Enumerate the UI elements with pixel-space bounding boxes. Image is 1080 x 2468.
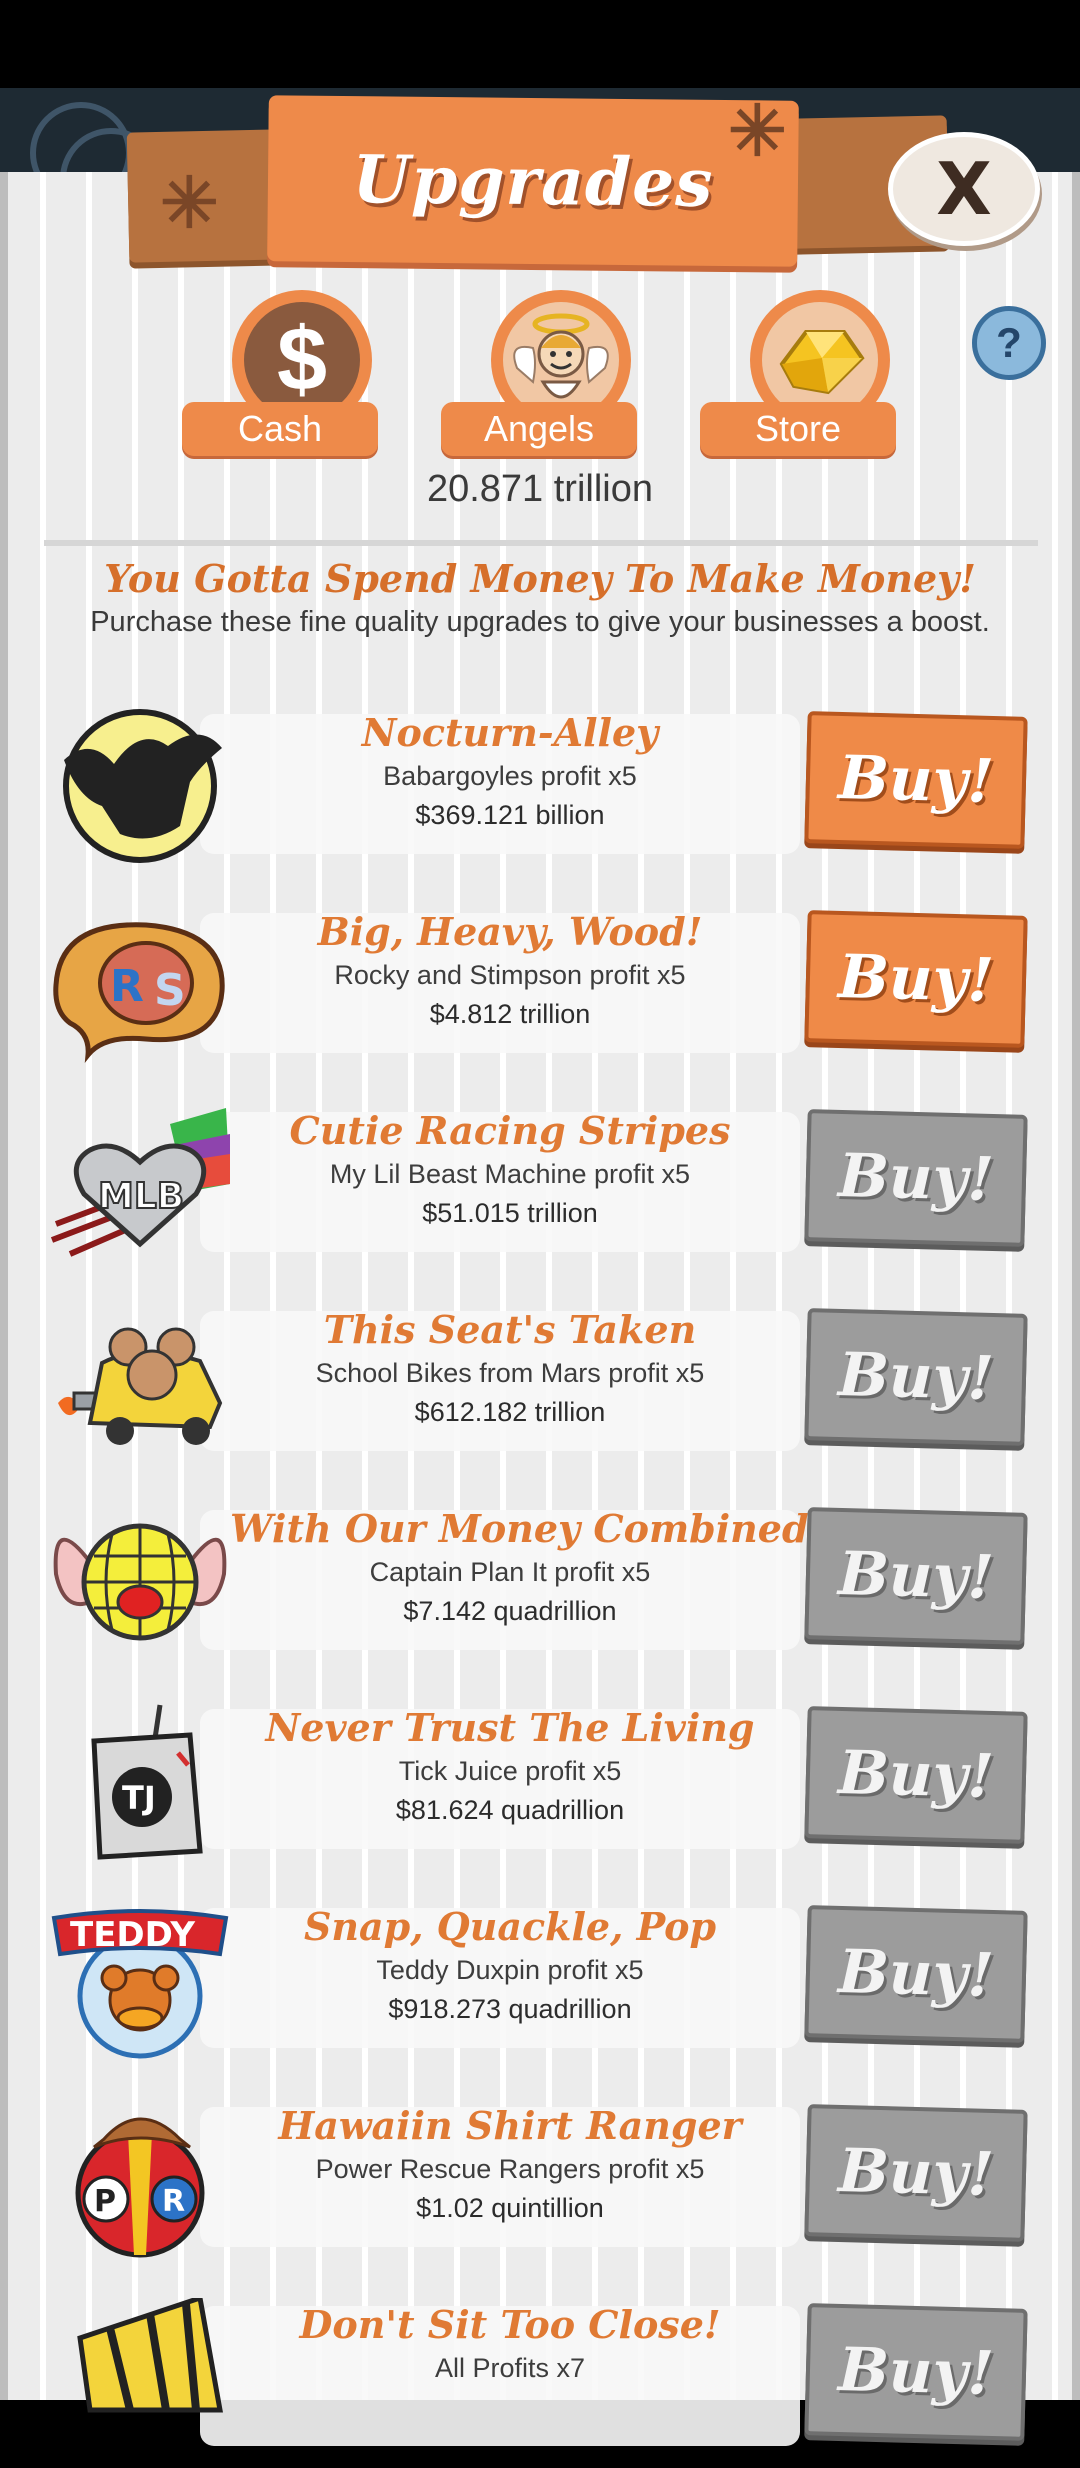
upgrade-row: TJ Never Trust The Living Tick Juice pro… xyxy=(0,1691,1080,1871)
buy-button[interactable]: Buy! xyxy=(804,2303,1028,2441)
upgrade-title: Snap, Quackle, Pop xyxy=(303,1904,717,1949)
intro-subline: Purchase these fine quality upgrades to … xyxy=(90,606,990,638)
upgrade-price: $4.812 trillion xyxy=(429,999,591,1029)
upgrade-row: MLB Cutie Racing Stripes My Lil Beast Ma… xyxy=(0,1094,1080,1274)
svg-text:R: R xyxy=(162,2184,185,2219)
upgrade-description: Teddy Duxpin profit x5 xyxy=(376,1955,644,1985)
upgrade-title: Hawaiin Shirt Ranger xyxy=(278,2103,742,2148)
upgrade-row: Don't Sit Too Close! All Profits x7 Buy! xyxy=(0,2288,1080,2468)
upgrade-title: With Our Money Combined... xyxy=(230,1506,849,1551)
status-bar xyxy=(0,0,1080,88)
upgrade-price: $51.015 trillion xyxy=(422,1198,598,1228)
mouse-car-icon xyxy=(50,1303,230,1463)
tab-cash[interactable]: $ Cash xyxy=(182,290,382,456)
gold-gem-icon xyxy=(762,302,878,418)
question-icon: ? xyxy=(996,319,1022,366)
angel-icon xyxy=(503,302,619,418)
upgrade-title: Nocturn-Alley xyxy=(361,710,659,755)
buy-button[interactable]: Buy! xyxy=(804,1109,1028,1247)
buy-button[interactable]: Buy! xyxy=(804,2104,1028,2242)
upgrade-price: $81.624 quadrillion xyxy=(395,1795,625,1825)
dollar-icon: $ xyxy=(244,302,360,418)
cash-balance: 20.871 trillion xyxy=(426,468,654,510)
buy-button[interactable]: Buy! xyxy=(804,1507,1028,1645)
buy-button[interactable]: Buy! xyxy=(804,1308,1028,1446)
intro-headline: You Gotta Spend Money To Make Money! xyxy=(104,556,976,601)
upgrade-row: R S Big, Heavy, Wood! Rocky and Stimpson… xyxy=(0,895,1080,1075)
upgrade-title: This Seat's Taken xyxy=(323,1307,697,1352)
upgrade-description: My Lil Beast Machine profit x5 xyxy=(329,1159,691,1189)
tab-angels-label: Angels xyxy=(441,402,637,456)
buy-button[interactable]: Buy! xyxy=(804,910,1028,1048)
rocky-stimpson-logo-icon: R S xyxy=(50,905,230,1065)
close-icon: X xyxy=(936,147,992,231)
upgrade-row: P R Hawaiin Shirt Ranger Power Rescue Ra… xyxy=(0,2089,1080,2269)
svg-text:R: R xyxy=(110,961,144,1012)
upgrade-title: Big, Heavy, Wood! xyxy=(317,909,703,954)
tab-store-label: Store xyxy=(700,402,896,456)
mlb-heart-icon: MLB xyxy=(50,1104,230,1264)
upgrade-description: Power Rescue Rangers profit x5 xyxy=(315,2154,705,2184)
upgrade-price: $612.182 trillion xyxy=(414,1397,606,1427)
upgrade-row: This Seat's Taken School Bikes from Mars… xyxy=(0,1293,1080,1473)
upgrade-price: $1.02 quintillion xyxy=(416,2193,604,2223)
svg-text:TJ: TJ xyxy=(122,1779,156,1817)
close-button[interactable]: X xyxy=(888,132,1040,246)
starburst-left-icon: ✳ xyxy=(160,164,219,242)
upgrade-description: Babargoyles profit x5 xyxy=(383,761,637,791)
juice-box-icon: TJ xyxy=(50,1701,230,1861)
upgrade-description: Rocky and Stimpson profit x5 xyxy=(334,960,686,990)
tab-cash-label: Cash xyxy=(182,402,378,456)
upgrade-row: TEDDY Snap, Quackle, Pop Teddy Duxpin pr… xyxy=(0,1890,1080,2070)
upgrade-title: Don't Sit Too Close! xyxy=(299,2302,721,2347)
svg-text:P: P xyxy=(94,2184,116,2219)
buy-button[interactable]: Buy! xyxy=(804,711,1028,849)
header-banner: Upgrades xyxy=(267,95,799,267)
buy-button[interactable]: Buy! xyxy=(804,1706,1028,1844)
upgrade-title: Cutie Racing Stripes xyxy=(289,1108,731,1153)
tab-angels[interactable]: Angels xyxy=(441,290,641,456)
rescue-rangers-icon: P R xyxy=(50,2099,230,2259)
svg-text:S: S xyxy=(154,965,186,1016)
svg-text:TEDDY: TEDDY xyxy=(70,1915,195,1955)
upgrade-description: School Bikes from Mars profit x5 xyxy=(315,1358,705,1388)
globe-ears-icon xyxy=(50,1502,230,1662)
teddy-duck-icon: TEDDY xyxy=(50,1900,230,2060)
upgrade-row: Nocturn-Alley Babargoyles profit x5 $369… xyxy=(0,696,1080,876)
page-title: Upgrades xyxy=(352,140,714,222)
gargoyle-moon-icon xyxy=(50,706,230,866)
upgrade-title: Never Trust The Living xyxy=(265,1705,755,1750)
upgrade-price: $369.121 billion xyxy=(415,800,605,830)
upgrade-description: All Profits x7 xyxy=(434,2353,586,2383)
upgrade-price: $7.142 quadrillion xyxy=(403,1596,617,1626)
starburst-right-icon: ✳ xyxy=(728,92,787,170)
upgrade-description: Captain Plan It profit x5 xyxy=(369,1557,651,1587)
help-button[interactable]: ? xyxy=(972,306,1046,380)
striped-hat-icon xyxy=(50,2294,230,2458)
tab-store[interactable]: Store xyxy=(700,290,900,456)
upgrade-description: Tick Juice profit x5 xyxy=(398,1756,622,1786)
svg-text:MLB: MLB xyxy=(98,1176,184,1217)
upgrade-price: $918.273 quadrillion xyxy=(388,1994,632,2024)
divider xyxy=(44,540,1038,546)
upgrade-row: With Our Money Combined... Captain Plan … xyxy=(0,1492,1080,1672)
buy-button[interactable]: Buy! xyxy=(804,1905,1028,2043)
